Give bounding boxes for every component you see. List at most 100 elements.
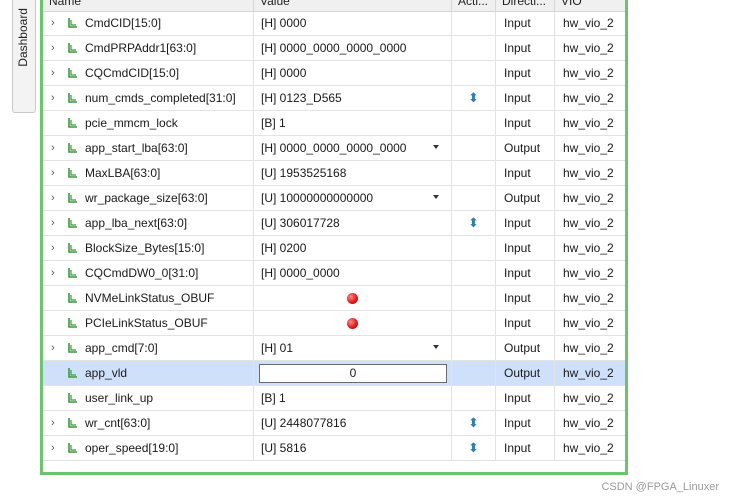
chevron-right-icon[interactable]: › bbox=[51, 43, 59, 54]
probe-value-cell[interactable]: [U] 10000000000000 bbox=[254, 186, 452, 210]
chevron-down-icon[interactable] bbox=[433, 345, 439, 349]
probe-value: [H] 0000_0000 bbox=[261, 266, 340, 280]
probe-value: [U] 306017728 bbox=[261, 216, 340, 230]
probe-value: [B] 1 bbox=[261, 116, 286, 130]
probe-activity-cell bbox=[452, 36, 496, 60]
probe-signal-icon bbox=[67, 167, 79, 180]
chevron-right-icon[interactable]: › bbox=[51, 93, 59, 104]
dashboard-side-tab[interactable]: Dashboard bbox=[12, 0, 36, 113]
probe-name: pcie_mmcm_lock bbox=[85, 116, 178, 130]
chevron-right-icon[interactable]: › bbox=[51, 168, 59, 179]
probe-name-cell[interactable]: › app_lba_next[63:0] bbox=[43, 211, 254, 235]
probe-name-cell[interactable]: › app_start_lba[63:0] bbox=[43, 136, 254, 160]
probe-activity-cell bbox=[452, 236, 496, 260]
probe-value-cell[interactable]: [H] 01 bbox=[254, 336, 452, 360]
probe-name-cell[interactable]: › CQCmdCID[15:0] bbox=[43, 61, 254, 85]
probe-name-cell[interactable]: pcie_mmcm_lock bbox=[43, 111, 254, 135]
probe-row[interactable]: › wr_package_size[63:0] [U] 10000000000000… bbox=[43, 186, 625, 211]
activity-updown-icon: ⬍ bbox=[468, 90, 479, 105]
probe-name-cell[interactable]: PCIeLinkStatus_OBUF bbox=[43, 311, 254, 335]
probe-name: app_cmd[7:0] bbox=[85, 341, 158, 355]
probe-name-cell[interactable]: › wr_cnt[63:0] bbox=[43, 411, 254, 435]
probe-direction: Output bbox=[496, 336, 555, 360]
probe-row[interactable]: pcie_mmcm_lock [B] 1 Input hw_vio_2 bbox=[43, 111, 625, 136]
probe-row[interactable]: › CmdPRPAddr1[63:0] [H] 0000_0000_0000_000… bbox=[43, 36, 625, 61]
probe-row[interactable]: PCIeLinkStatus_OBUF Input hw_vio_2 bbox=[43, 311, 625, 336]
column-header-name[interactable]: Name bbox=[43, 0, 254, 11]
probe-value-cell[interactable]: [H] 0123_D565 bbox=[254, 86, 452, 110]
probe-vio: hw_vio_2 bbox=[563, 366, 614, 380]
probe-value-cell[interactable]: [B] 1 bbox=[254, 386, 452, 410]
probe-value-cell[interactable]: [H] 0000 bbox=[254, 11, 452, 35]
column-header-activity[interactable]: Acti... bbox=[452, 0, 496, 11]
probe-row[interactable]: › app_lba_next[63:0] [U] 306017728 ⬍ Input hw… bbox=[43, 211, 625, 236]
probe-value-cell[interactable]: [U] 306017728 bbox=[254, 211, 452, 235]
probe-value-cell[interactable]: [H] 0000_0000_0000_0000 bbox=[254, 136, 452, 160]
probe-value: [U] 5816 bbox=[261, 441, 307, 455]
chevron-right-icon[interactable]: › bbox=[51, 193, 59, 204]
chevron-right-icon[interactable]: › bbox=[51, 218, 59, 229]
chevron-right-icon[interactable]: › bbox=[51, 418, 59, 429]
chevron-right-icon[interactable]: › bbox=[51, 143, 59, 154]
probe-value-cell[interactable]: [H] 0200 bbox=[254, 236, 452, 260]
probe-value-cell[interactable]: [U] 5816 bbox=[254, 436, 452, 460]
probe-row[interactable]: app_vld 0 Output hw_vio_2 bbox=[43, 361, 625, 386]
probe-value-cell[interactable]: 0 bbox=[254, 361, 452, 385]
probe-row[interactable]: › num_cmds_completed[31:0] [H] 0123_D565 ⬍ I… bbox=[43, 86, 625, 111]
probe-value-cell[interactable]: [H] 0000_0000 bbox=[254, 261, 452, 285]
chevron-right-icon[interactable]: › bbox=[51, 268, 59, 279]
chevron-right-icon[interactable]: › bbox=[51, 443, 59, 454]
column-header-value[interactable]: Value bbox=[254, 0, 452, 11]
probe-name-cell[interactable]: › CQCmdDW0_0[31:0] bbox=[43, 261, 254, 285]
probe-row[interactable]: › wr_cnt[63:0] [U] 2448077816 ⬍ Input hw_vio_… bbox=[43, 411, 625, 436]
probe-activity-cell: ⬍ bbox=[452, 211, 496, 235]
probe-direction: Output bbox=[496, 136, 555, 160]
probe-row[interactable]: › app_cmd[7:0] [H] 01 Output hw_vio_2 bbox=[43, 336, 625, 361]
chevron-down-icon[interactable] bbox=[433, 195, 439, 199]
probe-row[interactable]: › oper_speed[19:0] [U] 5816 ⬍ Input hw_vio_2 bbox=[43, 436, 625, 461]
chevron-right-icon[interactable]: › bbox=[51, 18, 59, 29]
chevron-right-icon[interactable]: › bbox=[51, 343, 59, 354]
probe-signal-icon bbox=[67, 392, 79, 405]
probe-name-cell[interactable]: › num_cmds_completed[31:0] bbox=[43, 86, 254, 110]
probe-row[interactable]: user_link_up [B] 1 Input hw_vio_2 bbox=[43, 386, 625, 411]
probe-value: [U] 10000000000000 bbox=[261, 191, 374, 205]
probe-value-cell[interactable]: [U] 1953525168 bbox=[254, 161, 452, 185]
probe-value: [H] 0200 bbox=[261, 241, 307, 255]
probe-value-cell[interactable]: [B] 1 bbox=[254, 111, 452, 135]
probe-value-cell[interactable]: [U] 2448077816 bbox=[254, 411, 452, 435]
probe-name-cell[interactable]: › BlockSize_Bytes[15:0] bbox=[43, 236, 254, 260]
probe-row[interactable]: › BlockSize_Bytes[15:0] [H] 0200 Input hw_vi… bbox=[43, 236, 625, 261]
probe-row[interactable]: › CmdCID[15:0] [H] 0000 Input hw_vio_2 bbox=[43, 11, 625, 36]
probe-name-cell[interactable]: app_vld bbox=[43, 361, 254, 385]
chevron-right-icon[interactable]: › bbox=[51, 243, 59, 254]
probe-activity-cell: ⬍ bbox=[452, 436, 496, 460]
probe-row[interactable]: › CQCmdDW0_0[31:0] [H] 0000_0000 Input hw_vi… bbox=[43, 261, 625, 286]
probe-name-cell[interactable]: user_link_up bbox=[43, 386, 254, 410]
probe-name-cell[interactable]: NVMeLinkStatus_OBUF bbox=[43, 286, 254, 310]
probe-name-cell[interactable]: › app_cmd[7:0] bbox=[43, 336, 254, 360]
probe-name-cell[interactable]: › CmdCID[15:0] bbox=[43, 11, 254, 35]
probe-value-cell[interactable]: [H] 0000_0000_0000_0000 bbox=[254, 36, 452, 60]
chevron-down-icon[interactable] bbox=[433, 145, 439, 149]
probe-row[interactable]: NVMeLinkStatus_OBUF Input hw_vio_2 bbox=[43, 286, 625, 311]
probe-direction: Input bbox=[496, 436, 555, 460]
probe-row[interactable]: › CQCmdCID[15:0] [H] 0000 Input hw_vio_2 bbox=[43, 61, 625, 86]
probe-name-cell[interactable]: › oper_speed[19:0] bbox=[43, 436, 254, 460]
activity-updown-icon: ⬍ bbox=[468, 440, 479, 455]
probe-name-cell[interactable]: › wr_package_size[63:0] bbox=[43, 186, 254, 210]
column-header-vio[interactable]: VIO bbox=[555, 0, 621, 11]
probe-activity-cell bbox=[452, 311, 496, 335]
chevron-right-icon[interactable]: › bbox=[51, 68, 59, 79]
probe-activity-cell bbox=[452, 336, 496, 360]
probe-row[interactable]: › app_start_lba[63:0] [H] 0000_0000_0000_0… bbox=[43, 136, 625, 161]
probe-value-cell[interactable]: [H] 0000 bbox=[254, 61, 452, 85]
probe-name-cell[interactable]: › CmdPRPAddr1[63:0] bbox=[43, 36, 254, 60]
activity-updown-icon: ⬍ bbox=[468, 215, 479, 230]
column-header-direction[interactable]: Directi... bbox=[496, 0, 555, 11]
probe-value-input[interactable]: 0 bbox=[259, 364, 447, 383]
probe-name-cell[interactable]: › MaxLBA[63:0] bbox=[43, 161, 254, 185]
probe-value-cell[interactable] bbox=[254, 311, 452, 335]
probe-row[interactable]: › MaxLBA[63:0] [U] 1953525168 Input hw_vio_2 bbox=[43, 161, 625, 186]
probe-value-cell[interactable] bbox=[254, 286, 452, 310]
